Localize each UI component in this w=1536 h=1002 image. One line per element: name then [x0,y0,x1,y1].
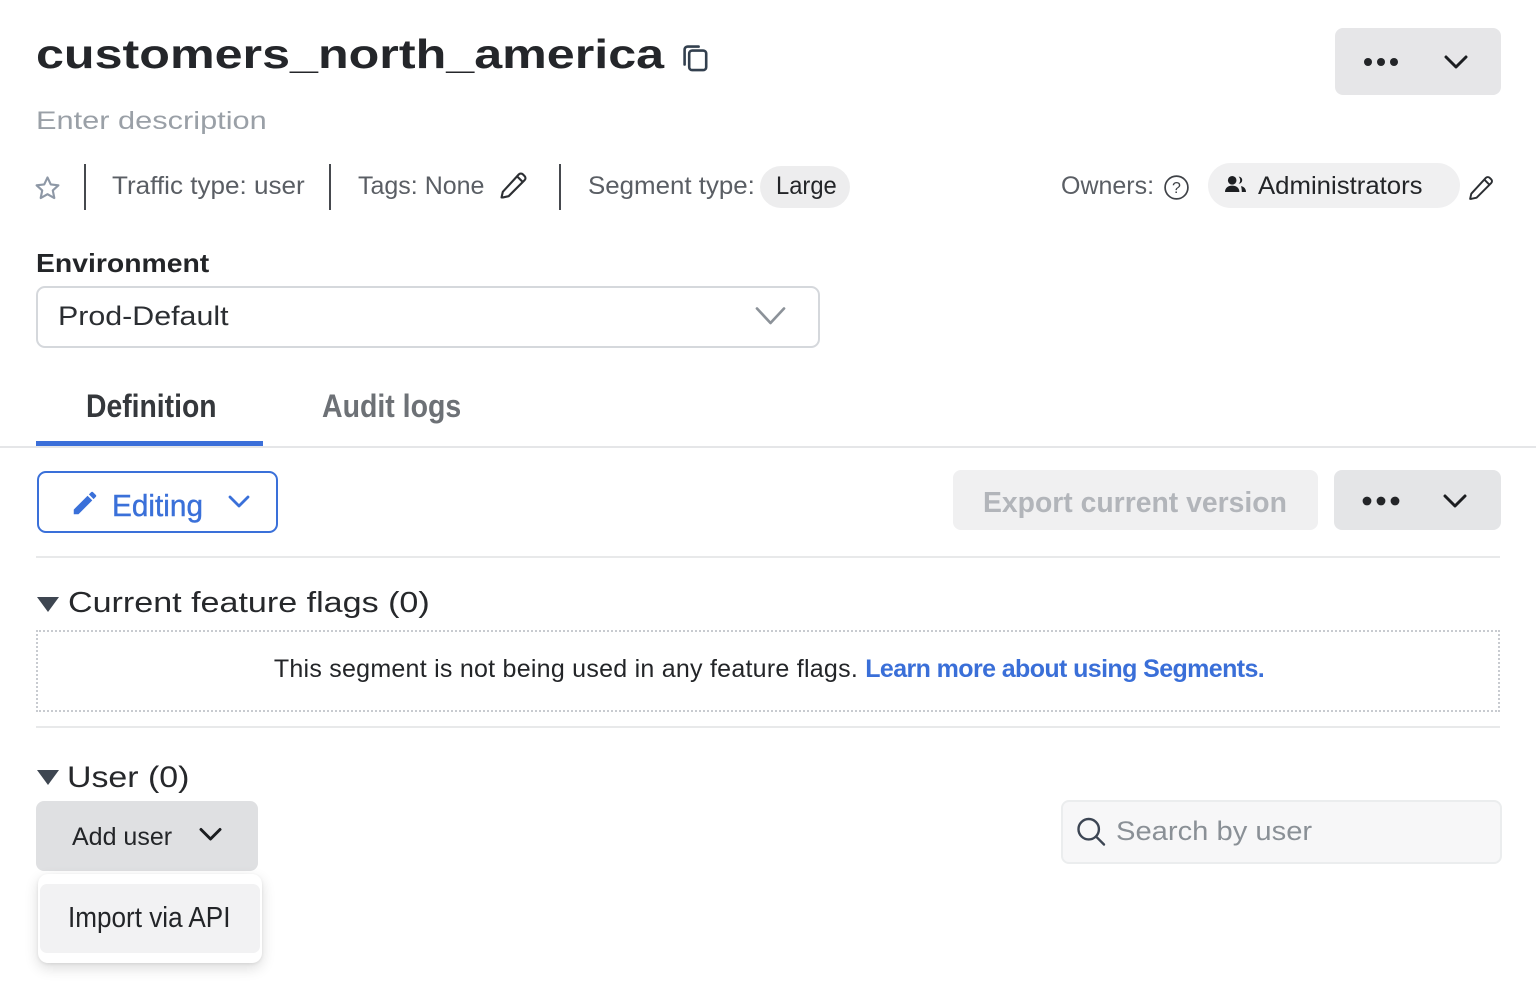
svg-text:?: ? [1172,180,1181,197]
